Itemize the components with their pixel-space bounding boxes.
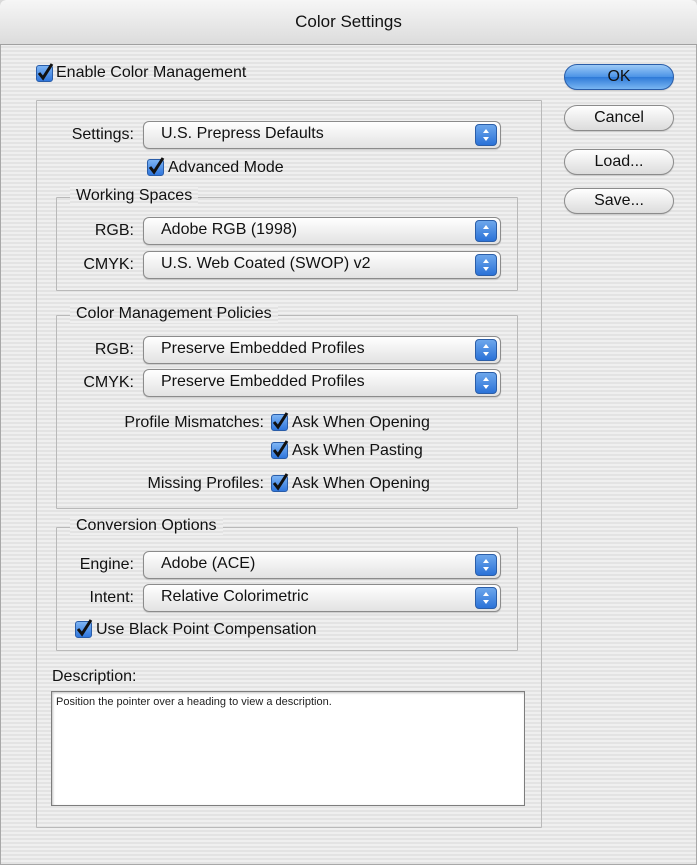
missing-ask-when-opening-label: Ask When Opening <box>292 475 430 492</box>
popup-arrows-icon <box>475 339 497 361</box>
checkmark-icon <box>37 63 54 81</box>
ask-when-opening-label: Ask When Opening <box>292 414 430 431</box>
popup-arrows-icon <box>475 220 497 242</box>
policies-title: Color Management Policies <box>70 305 278 323</box>
description-text: Position the pointer over a heading to v… <box>56 696 332 708</box>
enable-color-management-label: Enable Color Management <box>56 64 247 81</box>
conversion-options-title: Conversion Options <box>70 517 223 535</box>
working-cmyk-label: CMYK: <box>83 256 134 273</box>
popup-arrows-icon <box>475 587 497 609</box>
enable-color-management-checkbox[interactable] <box>36 63 54 82</box>
load-button[interactable]: Load... <box>564 149 674 175</box>
cancel-button[interactable]: Cancel <box>564 105 674 131</box>
window-title: Color Settings <box>0 0 697 45</box>
policies-rgb-value: Preserve Embedded Profiles <box>161 340 365 357</box>
settings-popup-value: U.S. Prepress Defaults <box>161 125 324 142</box>
working-cmyk-popup[interactable]: U.S. Web Coated (SWOP) v2 <box>143 251 501 279</box>
working-rgb-value: Adobe RGB (1998) <box>161 221 298 238</box>
settings-label: Settings: <box>71 126 134 143</box>
policies-cmyk-popup[interactable]: Preserve Embedded Profiles <box>143 369 501 397</box>
missing-ask-when-opening-checkbox[interactable] <box>271 473 289 492</box>
missing-profiles-label: Missing Profiles: <box>147 475 264 492</box>
settings-popup[interactable]: U.S. Prepress Defaults <box>143 121 501 149</box>
ask-when-opening-checkbox[interactable] <box>271 412 289 431</box>
black-point-compensation-label: Use Black Point Compensation <box>96 621 317 638</box>
working-cmyk-value: U.S. Web Coated (SWOP) v2 <box>161 255 371 272</box>
popup-arrows-icon <box>475 124 497 146</box>
black-point-compensation-checkbox[interactable] <box>75 619 93 638</box>
popup-arrows-icon <box>475 554 497 576</box>
ok-button[interactable]: OK <box>564 64 674 90</box>
engine-value: Adobe (ACE) <box>161 555 256 572</box>
policies-rgb-popup[interactable]: Preserve Embedded Profiles <box>143 336 501 364</box>
policies-cmyk-label: CMYK: <box>83 374 134 391</box>
color-settings-dialog: Color Settings Enable Color Management O… <box>0 0 697 865</box>
profile-mismatches-label: Profile Mismatches: <box>124 414 264 431</box>
policies-cmyk-value: Preserve Embedded Profiles <box>161 373 365 390</box>
intent-label: Intent: <box>89 589 134 606</box>
popup-arrows-icon <box>475 372 497 394</box>
working-rgb-label: RGB: <box>94 222 134 239</box>
engine-popup[interactable]: Adobe (ACE) <box>143 551 501 579</box>
save-button[interactable]: Save... <box>564 188 674 214</box>
ask-when-pasting-label: Ask When Pasting <box>292 442 423 459</box>
checkmark-icon <box>148 157 165 175</box>
working-rgb-popup[interactable]: Adobe RGB (1998) <box>143 217 501 245</box>
popup-arrows-icon <box>475 254 497 276</box>
engine-label: Engine: <box>79 556 134 573</box>
working-spaces-title: Working Spaces <box>70 187 199 205</box>
description-title: Description: <box>52 668 137 685</box>
checkmark-icon <box>272 412 289 430</box>
checkmark-icon <box>76 619 93 637</box>
checkmark-icon <box>272 440 289 458</box>
intent-value: Relative Colorimetric <box>161 588 309 605</box>
policies-rgb-label: RGB: <box>94 341 134 358</box>
ask-when-pasting-checkbox[interactable] <box>271 440 289 459</box>
intent-popup[interactable]: Relative Colorimetric <box>143 584 501 612</box>
checkmark-icon <box>272 473 289 491</box>
advanced-mode-checkbox[interactable] <box>147 157 165 176</box>
advanced-mode-label: Advanced Mode <box>168 159 284 176</box>
description-box: Position the pointer over a heading to v… <box>51 691 525 806</box>
